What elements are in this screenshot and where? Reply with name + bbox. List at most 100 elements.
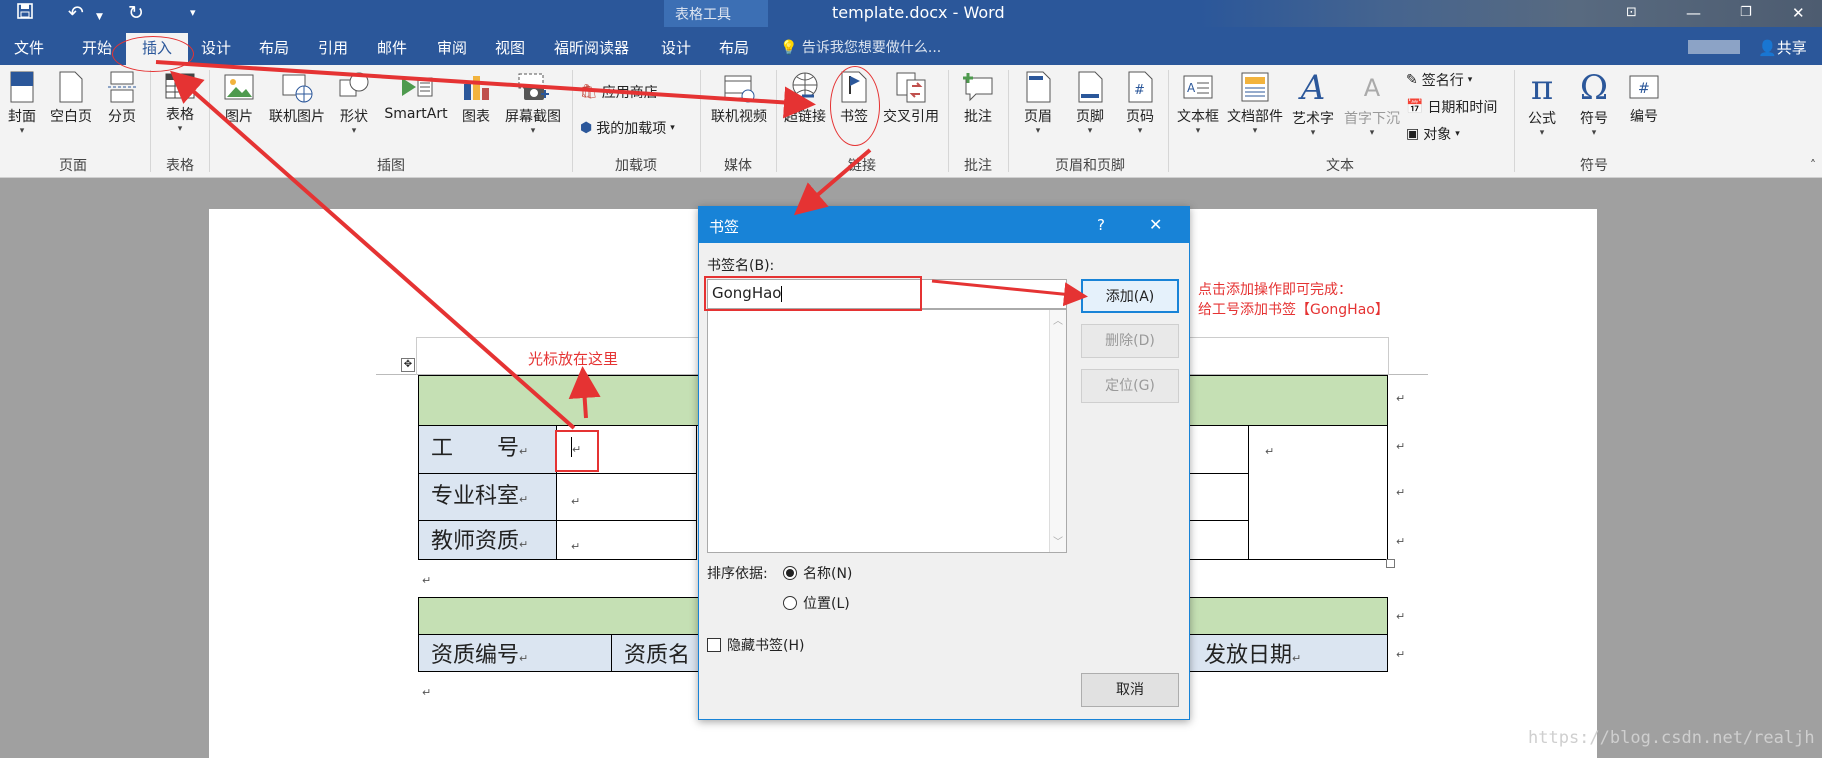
my-addins-button[interactable]: ⬢ 我的加载项 ▾: [580, 118, 675, 138]
redo-icon[interactable]: ↻: [128, 2, 144, 24]
page-number-button[interactable]: # 页码 ▾: [1120, 70, 1160, 136]
table-cell-label[interactable]: 资质编号↵: [418, 634, 612, 672]
quick-parts-button[interactable]: 文档部件 ▾: [1224, 70, 1286, 136]
tab-home[interactable]: 开始: [82, 38, 112, 58]
tab-view[interactable]: 视图: [495, 38, 525, 58]
online-picture-button[interactable]: 联机图片: [266, 70, 328, 126]
collapse-ribbon-icon[interactable]: ˄: [1810, 158, 1816, 172]
table-label: 表格: [166, 107, 194, 123]
blank-page-icon: [59, 71, 83, 103]
checkbox-icon: [707, 638, 721, 652]
smartart-button[interactable]: SmartArt: [380, 70, 452, 122]
tab-file[interactable]: 文件: [14, 38, 44, 58]
sort-name-radio[interactable]: 名称(N): [783, 563, 852, 583]
add-button[interactable]: 添加(A): [1081, 279, 1179, 313]
table-cell-label[interactable]: 工 号↵: [418, 425, 557, 474]
tab-review[interactable]: 审阅: [437, 38, 467, 58]
restore-icon[interactable]: ❐: [1740, 2, 1752, 24]
group-comments-label: 批注: [964, 158, 992, 174]
numbering-button[interactable]: # 编号: [1624, 70, 1664, 126]
table-resize-handle[interactable]: [1386, 559, 1395, 568]
object-button[interactable]: ▣ 对象 ▾: [1406, 124, 1460, 144]
tab-references[interactable]: 引用: [318, 38, 348, 58]
tab-foxit[interactable]: 福昕阅读器: [554, 38, 629, 58]
list-scrollbar[interactable]: ︿ ﹀: [1049, 310, 1066, 552]
signature-line-button[interactable]: ✎ 签名行 ▾: [1406, 70, 1472, 90]
symbol-button[interactable]: Ω 符号 ▾: [1574, 70, 1614, 138]
undo-dropdown-icon[interactable]: ▼: [96, 6, 103, 28]
footer-button[interactable]: 页脚 ▾: [1070, 70, 1110, 136]
table-cell-label[interactable]: 专业科室↵: [418, 473, 557, 521]
minimize-icon[interactable]: —: [1686, 2, 1701, 24]
online-picture-icon: [282, 74, 313, 103]
close-icon[interactable]: ✕: [1149, 215, 1162, 234]
datetime-button[interactable]: 📅 日期和时间: [1406, 97, 1497, 117]
table-cell[interactable]: [1189, 520, 1249, 560]
table-cell-label[interactable]: 资质名: [611, 634, 699, 672]
cross-reference-button[interactable]: 交叉引用: [880, 70, 942, 126]
new-comment-button[interactable]: 批注: [958, 70, 998, 126]
online-picture-label: 联机图片: [269, 109, 325, 125]
blank-page-button[interactable]: 空白页: [48, 70, 94, 126]
save-icon[interactable]: [16, 2, 34, 26]
undo-icon[interactable]: ↶: [68, 2, 84, 24]
tab-design[interactable]: 设计: [201, 38, 231, 58]
tab-table-design[interactable]: 设计: [661, 38, 691, 58]
scroll-up-icon[interactable]: ︿: [1053, 312, 1063, 327]
teacher-value-cell[interactable]: ↵: [556, 520, 697, 560]
chart-button[interactable]: 图表: [458, 70, 494, 126]
row-end-mark: ↵: [1396, 610, 1406, 623]
help-icon[interactable]: ?: [1097, 216, 1105, 234]
hyperlink-button[interactable]: 超链接: [780, 70, 830, 126]
textbox-button[interactable]: A 文本框 ▾: [1174, 70, 1222, 136]
store-button[interactable]: 🛍 应用商店: [580, 82, 658, 102]
equation-label: 公式: [1528, 111, 1556, 127]
qat-customize-icon[interactable]: ▾: [190, 2, 196, 24]
hyperlink-icon: [792, 72, 818, 98]
cancel-button[interactable]: 取消: [1081, 673, 1179, 707]
close-icon[interactable]: ✕: [1792, 2, 1805, 24]
photo-cell[interactable]: ↵: [1248, 425, 1388, 560]
textbox-label: 文本框: [1177, 109, 1219, 125]
bookmark-list[interactable]: ︿ ﹀: [707, 309, 1067, 553]
table-cell-label[interactable]: 发放日期↵: [1189, 634, 1388, 672]
header-button[interactable]: 页眉 ▾: [1018, 70, 1058, 136]
table-cell[interactable]: [1189, 473, 1249, 521]
scroll-down-icon[interactable]: ﹀: [1053, 533, 1063, 548]
hidden-bookmarks-checkbox[interactable]: 隐藏书签(H): [707, 635, 804, 655]
online-video-icon: [724, 75, 755, 103]
table-button[interactable]: 表格 ▾: [160, 70, 200, 134]
table-cell[interactable]: [1189, 425, 1249, 474]
share-button[interactable]: 👤共享: [1758, 38, 1807, 58]
datetime-label: 日期和时间: [1427, 100, 1498, 116]
online-video-button[interactable]: 联机视频: [706, 70, 772, 126]
dropcap-label: 首字下沉: [1344, 111, 1400, 127]
shapes-button[interactable]: 形状 ▾: [336, 70, 372, 136]
textbox-icon: A: [1183, 75, 1213, 99]
screenshot-button[interactable]: 屏幕截图 ▾: [500, 70, 566, 136]
dropcap-button[interactable]: A 首字下沉 ▾: [1340, 70, 1404, 138]
table-icon: [165, 73, 195, 99]
footer-label: 页脚: [1076, 109, 1104, 125]
qual-no-label: 资质编号: [431, 643, 520, 668]
tab-mailings[interactable]: 邮件: [377, 38, 407, 58]
ribbon-display-icon[interactable]: ⊡: [1626, 2, 1637, 24]
tab-table-layout[interactable]: 布局: [719, 38, 749, 58]
group-header-footer-label: 页眉和页脚: [1055, 158, 1125, 174]
picture-button[interactable]: 图片: [218, 70, 260, 126]
annotation-box-cursor: [555, 430, 599, 472]
tab-layout[interactable]: 布局: [259, 38, 289, 58]
goto-button[interactable]: 定位(G): [1081, 369, 1179, 403]
equation-button[interactable]: π 公式 ▾: [1522, 70, 1562, 138]
svg-text:#: #: [1134, 83, 1145, 98]
sort-location-radio[interactable]: 位置(L): [783, 593, 850, 613]
table-move-handle-icon[interactable]: ✥: [401, 358, 415, 372]
lightbulb-icon: 💡: [780, 40, 798, 56]
tell-me-box[interactable]: 💡 告诉我您想要做什么...: [780, 38, 941, 58]
table-cell-label[interactable]: 教师资质↵: [418, 520, 557, 560]
cover-page-button[interactable]: 封面 ▾: [4, 70, 40, 136]
wordart-button[interactable]: A 艺术字 ▾: [1290, 70, 1336, 138]
major-value-cell[interactable]: ↵: [556, 473, 697, 521]
delete-button[interactable]: 删除(D): [1081, 324, 1179, 358]
page-break-button[interactable]: 分页: [104, 70, 140, 126]
